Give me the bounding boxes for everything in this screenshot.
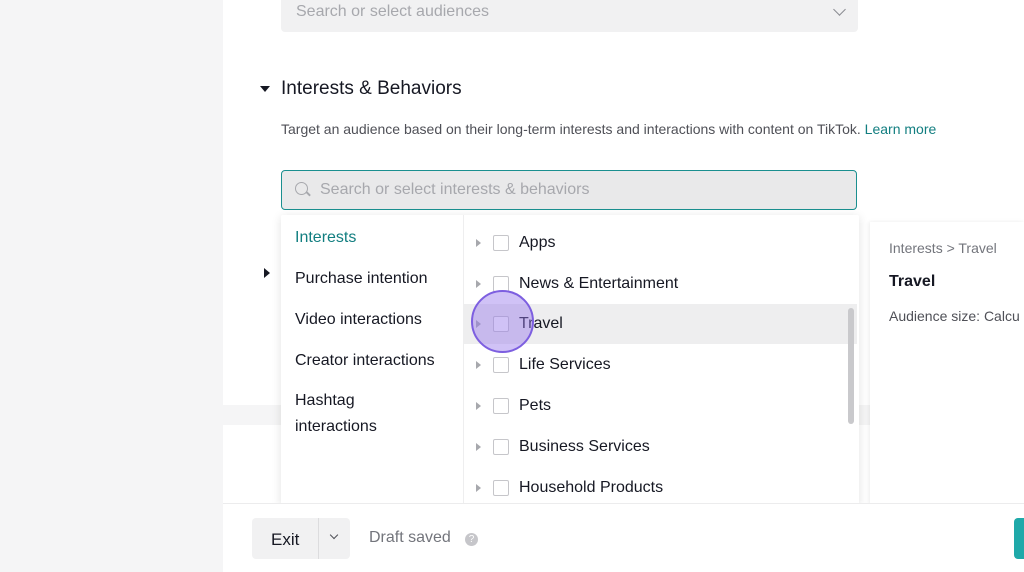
detail-title: Travel: [889, 273, 936, 290]
item-label: News & Entertainment: [519, 275, 679, 292]
checkbox[interactable]: [493, 357, 509, 373]
list-item[interactable]: Apps: [464, 223, 857, 263]
page-background-left: [0, 0, 223, 571]
item-label: Apps: [519, 234, 556, 251]
item-label: Business Services: [519, 438, 650, 455]
category-video-interactions[interactable]: Video interactions: [295, 307, 422, 333]
audience-select-placeholder: Search or select audiences: [296, 3, 489, 20]
category-hashtag-label-line2: interactions: [295, 418, 377, 435]
category-interests[interactable]: Interests: [295, 225, 356, 251]
category-creator-interactions[interactable]: Creator interactions: [295, 348, 435, 374]
exit-label: Exit: [271, 530, 300, 549]
interests-dropdown: Interests Purchase intention Video inter…: [281, 215, 859, 505]
list-item[interactable]: Life Services: [464, 345, 857, 385]
audience-select[interactable]: Search or select audiences: [281, 0, 858, 32]
category-list: Interests Purchase intention Video inter…: [281, 215, 463, 505]
help-icon[interactable]: ?: [465, 533, 478, 546]
expand-arrow-icon[interactable]: [476, 443, 481, 451]
interests-search-field[interactable]: [281, 170, 857, 210]
item-label: Travel: [519, 315, 563, 332]
chevron-down-icon: [833, 3, 846, 16]
list-scrollbar[interactable]: [848, 308, 854, 424]
expand-arrow-icon[interactable]: [476, 320, 481, 328]
list-item-hovered[interactable]: Travel: [464, 304, 857, 344]
exit-options-button[interactable]: [319, 518, 350, 559]
list-item[interactable]: Business Services: [464, 427, 857, 467]
checkbox[interactable]: [493, 439, 509, 455]
list-item[interactable]: News & Entertainment: [464, 264, 857, 304]
interests-search-input[interactable]: [318, 180, 822, 200]
expand-arrow-icon[interactable]: [476, 484, 481, 492]
next-button[interactable]: [1014, 518, 1024, 559]
checkbox[interactable]: [493, 235, 509, 251]
item-label: Life Services: [519, 356, 611, 373]
category-hashtag-label: Hashtag: [295, 392, 355, 409]
section-title[interactable]: Interests & Behaviors: [281, 78, 462, 100]
caret-right-icon[interactable]: [264, 268, 270, 278]
item-label: Pets: [519, 397, 552, 414]
caret-down-icon[interactable]: [260, 86, 270, 92]
search-icon: [295, 182, 308, 195]
chevron-down-icon: [329, 530, 339, 540]
list-item[interactable]: Pets: [464, 386, 857, 426]
exit-button[interactable]: Exit: [252, 518, 318, 559]
checkbox[interactable]: [493, 480, 509, 496]
detail-breadcrumb: Interests > Travel: [889, 240, 997, 256]
footer-bar: Exit Draft saved ?: [223, 503, 1024, 572]
section-description: Target an audience based on their long-t…: [281, 121, 936, 137]
expand-arrow-icon[interactable]: [476, 280, 481, 288]
audience-size: Audience size: Calcu: [889, 308, 1020, 324]
learn-more-link[interactable]: Learn more: [865, 121, 937, 137]
checkbox[interactable]: [493, 276, 509, 292]
detail-panel: Interests > Travel Travel Audience size:…: [870, 222, 1024, 505]
category-purchase-intention[interactable]: Purchase intention: [295, 266, 428, 292]
item-label: Household Products: [519, 479, 664, 496]
list-item[interactable]: Household Products: [464, 468, 857, 505]
checkbox[interactable]: [493, 398, 509, 414]
expand-arrow-icon[interactable]: [476, 361, 481, 369]
draft-status: Draft saved: [369, 529, 451, 546]
checkbox[interactable]: [493, 316, 509, 332]
category-hashtag-interactions[interactable]: Hashtag interactions: [295, 388, 377, 440]
exit-button-group: Exit: [252, 518, 350, 559]
expand-arrow-icon[interactable]: [476, 402, 481, 410]
expand-arrow-icon[interactable]: [476, 239, 481, 247]
section-description-text: Target an audience based on their long-t…: [281, 121, 861, 137]
